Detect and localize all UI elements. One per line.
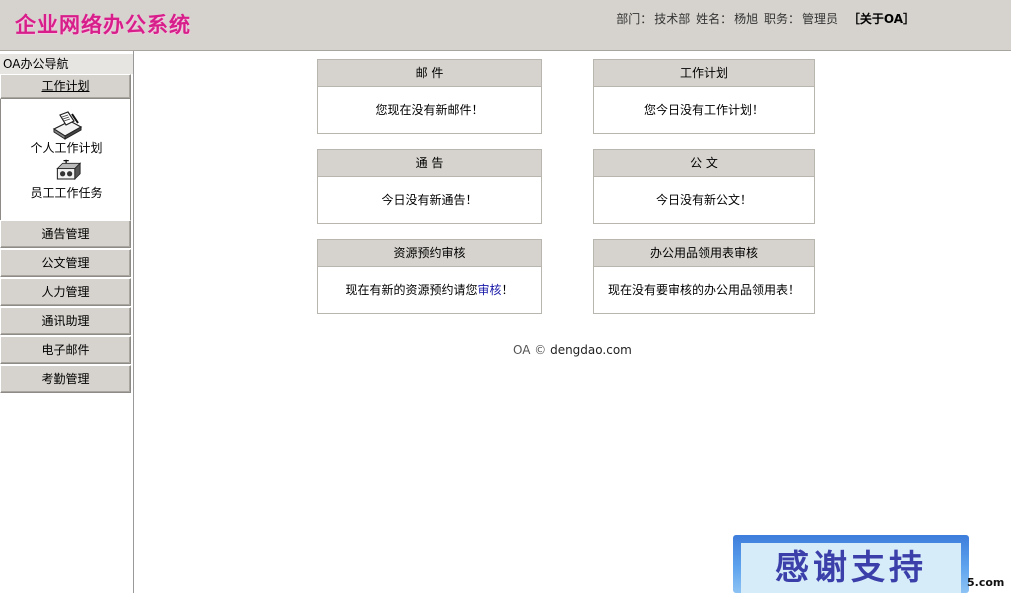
watermark-badge: 感谢支持 [733,535,969,593]
menu-label: 通告管理 [41,227,90,241]
menu-label: 考勤管理 [41,372,90,386]
work-plan-submenu: 个人工作计划 员工工作任务 [0,99,131,220]
menu-work-plan-label: 工作计划 [41,79,90,93]
panel-message: 您现在没有新邮件！ [375,103,484,117]
supplies-review-panel: 办公用品领用表审核 现在没有要审核的办公用品领用表！ [593,239,815,314]
menu-label: 公文管理 [41,256,90,270]
panel-message: 现在没有要审核的办公用品领用表！ [607,283,800,297]
menu-work-plan[interactable]: 工作计划 [0,74,131,99]
menu-label: 人力管理 [41,285,90,299]
nav-title: OA办公导航 [0,54,133,74]
panel-message: 现在有新的资源预约请您审核！ [318,267,541,313]
panel-title: 办公用品领用表审核 [594,240,814,267]
personal-plan-icon [52,111,82,140]
about-oa-link[interactable]: ［关于OA］ [848,12,915,26]
footer-copyright: OA © dengdao.com [513,343,632,357]
footer-prefix: OA © [513,343,551,357]
name-value: 杨旭 [734,12,759,26]
message-end: ！ [501,283,514,297]
panel-title: 通 告 [318,150,541,177]
menu-label: 通讯助理 [41,314,90,328]
role-value: 管理员 [801,12,838,26]
menu-document-management[interactable]: 公文管理 [0,249,131,277]
watermark-inner: 感谢支持 [741,543,961,593]
panel-title: 邮 件 [318,60,541,87]
footer-domain: dengdao.com [550,343,632,357]
menu-contacts-assistant[interactable]: 通讯助理 [0,307,131,335]
mail-panel: 邮 件 您现在没有新邮件！ [317,59,542,134]
sub-item-label: 个人工作计划 [30,141,103,155]
sub-item-label: 员工工作任务 [30,186,103,200]
menu-hr-management[interactable]: 人力管理 [0,278,131,306]
panel-title: 工作计划 [594,60,814,87]
message-text: 现在有新的资源预约请您 [345,283,478,297]
document-panel: 公 文 今日没有新公文！ [593,149,815,224]
app-logo: 企业网络办公系统 [15,13,191,37]
role-label: 职务： [763,12,800,26]
menu-label: 电子邮件 [41,343,90,357]
panel-message: 您今日没有工作计划！ [643,103,764,117]
work-plan-panel: 工作计划 您今日没有工作计划！ [593,59,815,134]
top-header: 企业网络办公系统 部门： 技术部 姓名： 杨旭 职务： 管理员 ［关于OA］ [0,0,1011,51]
panel-title: 资源预约审核 [318,240,541,267]
sub-item-personal-plan[interactable]: 个人工作计划 [1,109,132,155]
panel-message: 今日没有新通告！ [381,193,478,207]
menu-notice-management[interactable]: 通告管理 [0,220,131,248]
watermark-text: 感谢支持 [775,548,927,588]
menu-attendance-management[interactable]: 考勤管理 [0,365,131,393]
user-info: 部门： 技术部 姓名： 杨旭 职务： 管理员 ［关于OA］ [616,10,915,27]
name-label: 姓名： [696,12,733,26]
dept-value: 技术部 [654,12,691,26]
dept-label: 部门： [616,12,653,26]
notice-panel: 通 告 今日没有新通告！ [317,149,542,224]
main-content: 邮 件 您现在没有新邮件！ 工作计划 您今日没有工作计划！ 通 告 今日没有新通… [135,51,1011,593]
resource-review-panel: 资源预约审核 现在有新的资源预约请您审核！ [317,239,542,314]
menu-email[interactable]: 电子邮件 [0,336,131,364]
panel-title: 公 文 [594,150,814,177]
sub-item-staff-task[interactable]: 员工工作任务 [1,158,132,200]
review-link[interactable]: 审核 [477,283,501,297]
watermark-suffix: 5.com [967,576,1005,589]
sidebar-nav: OA办公导航 工作计划 个人工作计划 员工工作任务 通告管理 公文管理 人力管理… [0,51,134,593]
staff-task-icon [55,159,81,181]
panel-message: 今日没有新公文！ [655,193,752,207]
